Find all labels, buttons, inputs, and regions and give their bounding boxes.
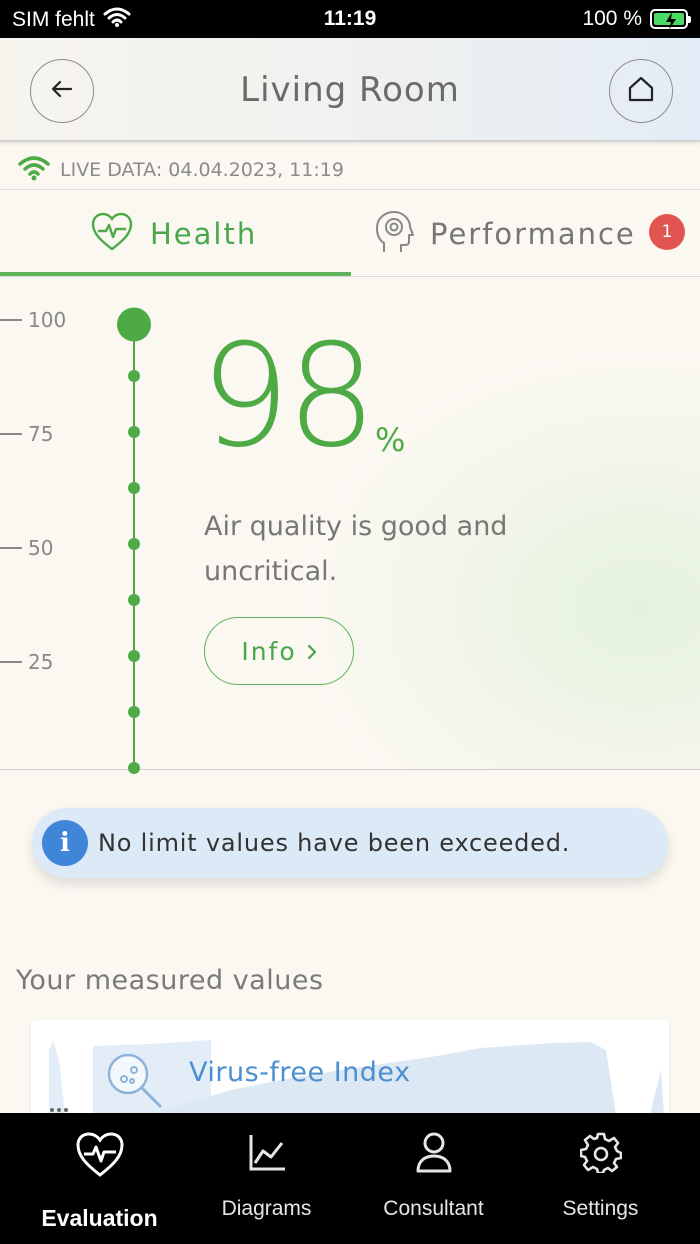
scale-tick: 75 — [0, 422, 53, 446]
info-icon: i — [42, 820, 88, 866]
scale-dot — [128, 482, 140, 494]
home-icon — [627, 76, 655, 106]
chevron-right-icon — [307, 637, 317, 666]
active-tab-indicator — [0, 272, 351, 276]
nav-label: Diagrams — [221, 1197, 312, 1220]
score-scale — [117, 307, 151, 774]
app-header: Living Room — [0, 38, 700, 142]
notification-badge: 1 — [649, 214, 685, 250]
battery-icon — [650, 9, 691, 30]
tab-health[interactable]: Health — [90, 191, 257, 277]
person-icon — [414, 1131, 454, 1177]
gear-icon — [579, 1131, 622, 1177]
nav-evaluation[interactable]: Evaluation — [12, 1113, 187, 1244]
limit-message: No limit values have been exceeded. — [98, 829, 571, 857]
nav-label: Consultant — [383, 1197, 484, 1220]
score-description: Air quality is good and uncritical. — [204, 511, 508, 587]
battery-status: 100 % — [582, 7, 691, 31]
heart-pulse-icon — [90, 212, 134, 256]
tab-performance-label: Performance — [430, 217, 636, 251]
score-value: 98 — [200, 314, 377, 479]
wifi-icon — [18, 155, 50, 185]
info-button[interactable]: Info — [204, 617, 354, 685]
nav-label: Evaluation — [41, 1205, 158, 1231]
scale-tick-label: 50 — [28, 536, 54, 560]
scale-dot — [128, 650, 140, 662]
tab-performance[interactable]: Performance — [374, 191, 636, 277]
score-level-marker — [117, 307, 151, 342]
card-title: Virus-free Index — [189, 1057, 411, 1088]
line-chart-icon — [247, 1131, 287, 1177]
nav-diagrams[interactable]: Diagrams — [179, 1113, 354, 1244]
scale-tick-label: 100 — [28, 308, 67, 332]
limit-info-banner: i No limit values have been exceeded. — [32, 808, 668, 878]
nav-settings[interactable]: Settings — [513, 1113, 688, 1244]
score-unit: % — [375, 421, 406, 459]
head-brain-icon — [374, 210, 414, 258]
scale-tick: 50 — [0, 536, 53, 560]
score-panel: 100 75 50 25 98 % Air quality is good an… — [0, 278, 700, 774]
bottom-navigation: Evaluation Diagrams Consultant Settings — [0, 1113, 700, 1244]
scale-dot — [128, 370, 140, 382]
virus-search-icon — [104, 1050, 166, 1116]
scale-tick-label: 25 — [28, 650, 54, 674]
measured-values-title: Your measured values — [16, 965, 324, 996]
heart-pulse-icon — [74, 1131, 126, 1183]
battery-percent: 100 % — [582, 7, 642, 30]
scale-dot — [128, 594, 140, 606]
live-data-label: LIVE DATA: 04.04.2023, 11:19 — [60, 158, 344, 181]
scale-tick: 25 — [0, 650, 53, 674]
status-bar: SIM fehlt 11:19 100 % — [0, 0, 700, 38]
home-button[interactable] — [609, 59, 673, 123]
nav-label: Settings — [562, 1197, 639, 1220]
nav-consultant[interactable]: Consultant — [346, 1113, 521, 1244]
tab-health-label: Health — [150, 217, 258, 251]
scale-tick-label: 75 — [28, 422, 54, 446]
scale-dot — [128, 706, 140, 718]
scale-dot — [128, 426, 140, 438]
tab-bar: Health Performance 1 — [0, 191, 700, 277]
info-button-label: Info — [241, 636, 297, 666]
scale-dot — [128, 762, 140, 774]
live-data-row: LIVE DATA: 04.04.2023, 11:19 — [0, 150, 700, 190]
scale-tick: 100 — [0, 308, 66, 332]
scale-dot — [128, 538, 140, 550]
page-title: Living Room — [240, 70, 460, 110]
